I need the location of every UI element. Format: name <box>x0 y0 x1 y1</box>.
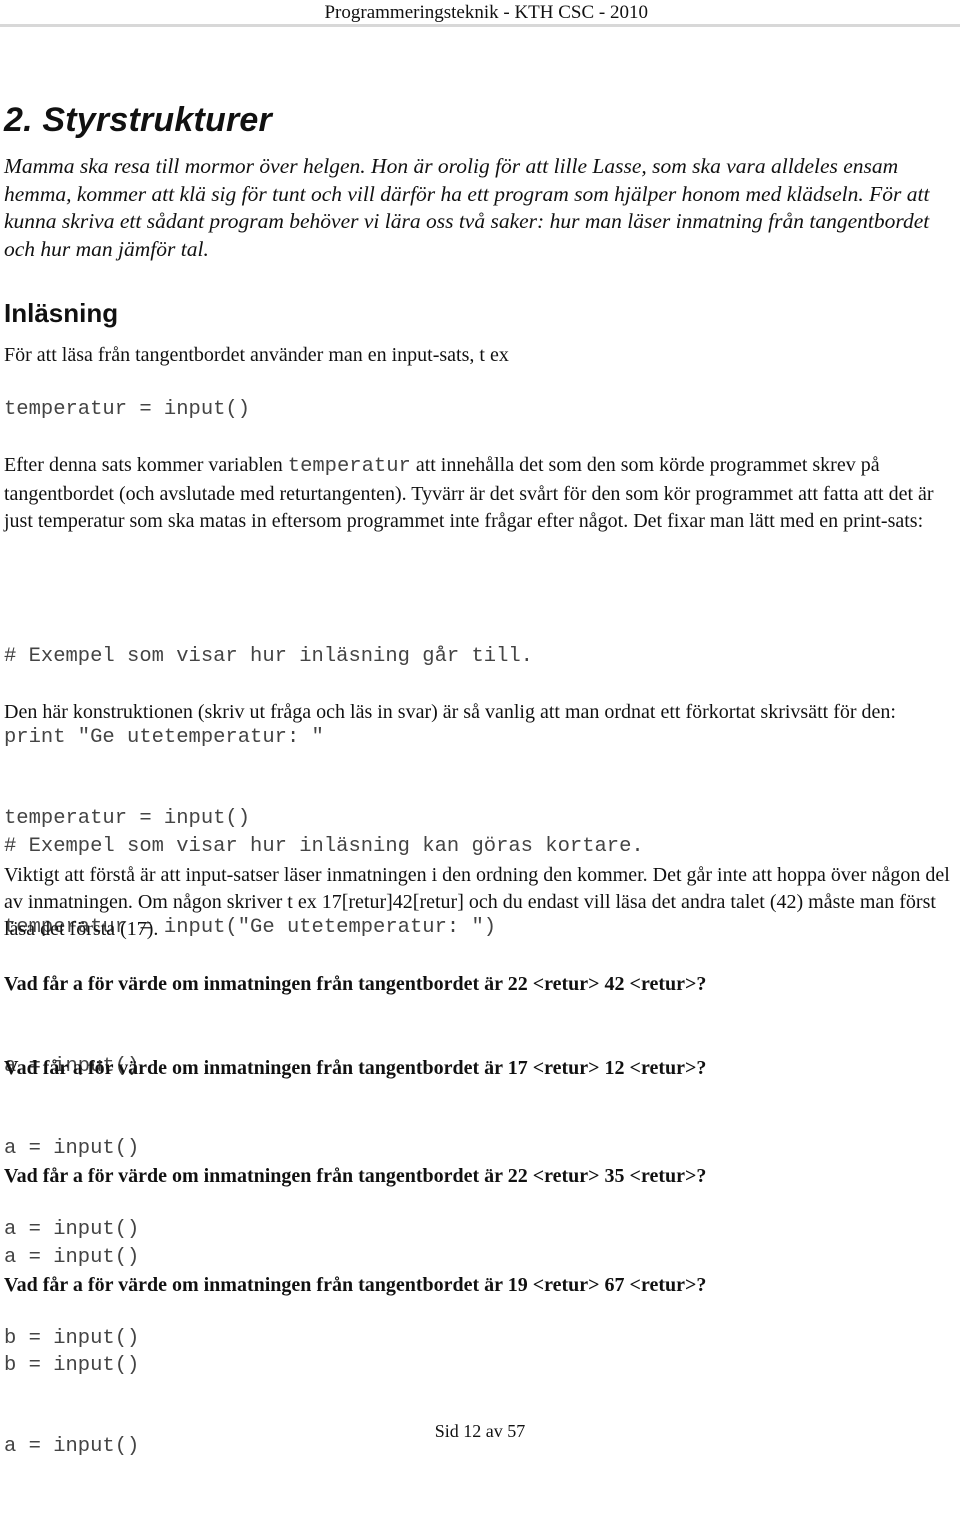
paragraph-2-before: Efter denna sats kommer variablen <box>4 454 288 476</box>
code-line: print "Ge utetemperatur: " <box>4 726 324 749</box>
inline-code-variable: temperatur <box>287 455 411 478</box>
code-line: a = input() <box>4 1137 140 1160</box>
paragraph-3: Den här konstruktionen (skriv ut fråga o… <box>4 701 896 723</box>
page-number: Sid 12 av 57 <box>434 1421 526 1441</box>
question-text: Vad får a för värde om inmatningen från … <box>4 1165 707 1187</box>
chapter-title: 2. Styrstrukturer <box>4 101 272 139</box>
paragraph-1: För att läsa från tangentbordet använder… <box>4 344 509 366</box>
header-title: Programmeringsteknik - KTH CSC - 2010 <box>324 2 648 23</box>
paragraph-2: Efter denna sats kommer variablen temper… <box>4 452 956 536</box>
question-text: Vad får a för värde om inmatningen från … <box>4 973 707 995</box>
page-header: Programmeringsteknik - KTH CSC - 2010 <box>0 0 960 27</box>
code-line: # Exempel som visar hur inläsning går ti… <box>4 645 533 668</box>
question-code: b = input() a = input() <box>4 1298 139 1514</box>
chapter-intro: Mamma ska resa till mormor över helgen. … <box>4 154 930 261</box>
code-line: b = input() <box>4 1354 140 1377</box>
section-title: Inläsning <box>4 298 119 328</box>
question-text: Vad får a för värde om inmatningen från … <box>4 1057 707 1079</box>
code-line: a = input() <box>4 1246 140 1269</box>
code-block-1: temperatur = input() <box>4 398 251 421</box>
paragraph-4: Viktigt att förstå är att input-satser l… <box>4 864 950 940</box>
header-divider <box>0 24 960 27</box>
code-line: # Exempel som visar hur inläsning kan gö… <box>4 835 644 858</box>
question-text: Vad får a för värde om inmatningen från … <box>4 1274 707 1296</box>
